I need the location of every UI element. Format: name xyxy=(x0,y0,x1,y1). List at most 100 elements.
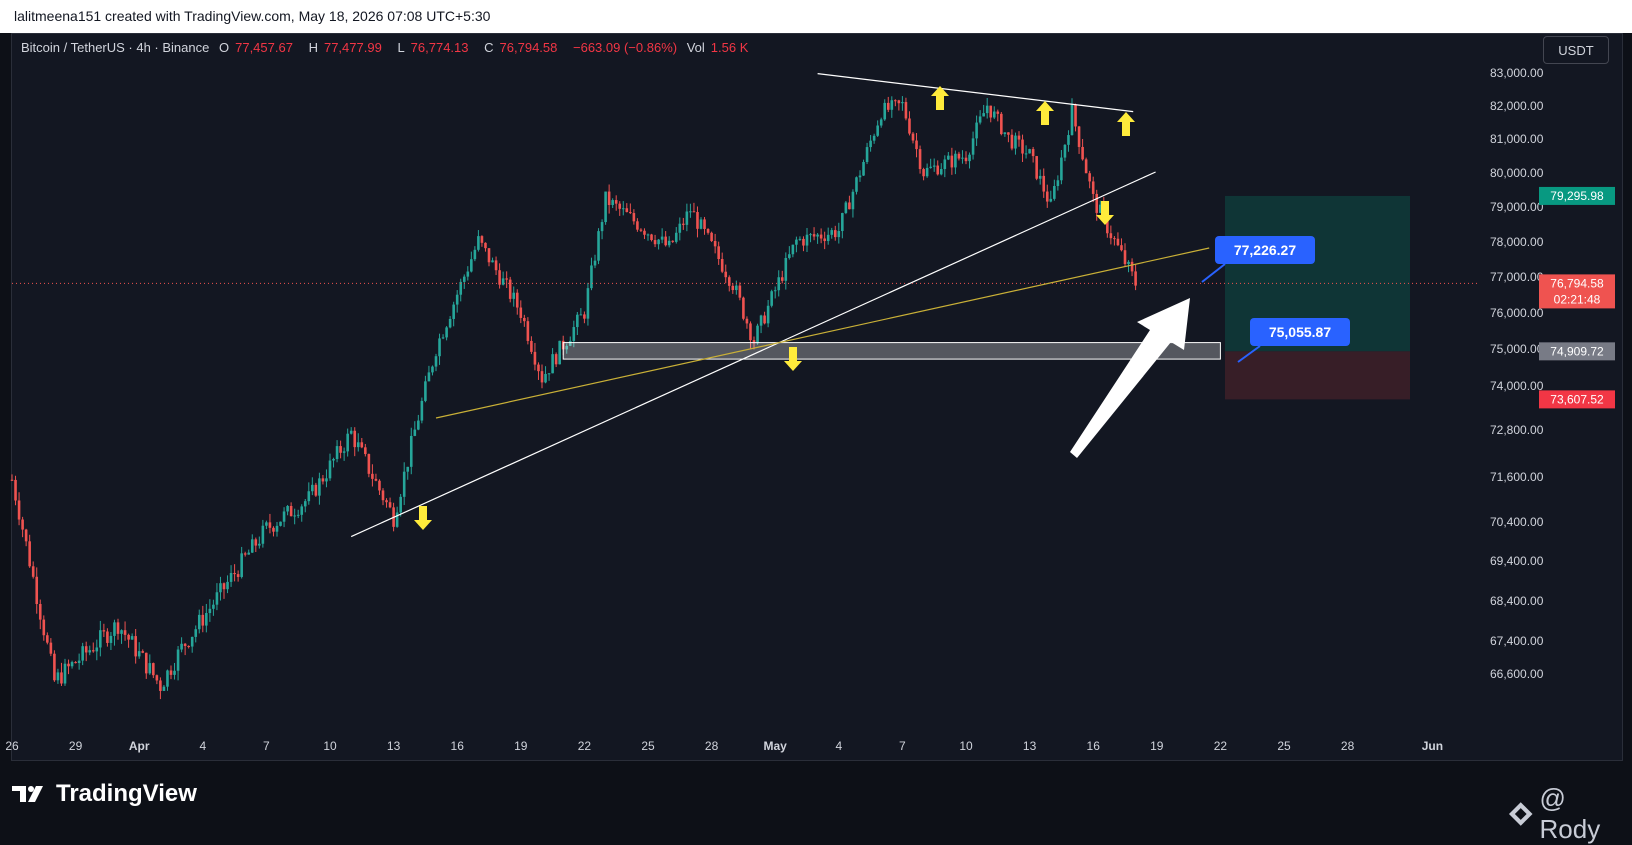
candle-body xyxy=(223,583,226,589)
candle-body xyxy=(389,502,392,507)
candle-body xyxy=(57,672,60,680)
candle-body xyxy=(1000,114,1003,134)
x-tick-label: 16 xyxy=(1087,739,1101,753)
x-tick-label: Apr xyxy=(129,739,150,753)
candle-body xyxy=(276,526,279,532)
candle-body xyxy=(74,662,77,663)
candle-body xyxy=(346,434,349,452)
candle-body xyxy=(233,573,236,574)
candle-body xyxy=(936,166,939,175)
candle-body xyxy=(265,522,268,525)
candle-body xyxy=(580,314,583,315)
candle-body xyxy=(35,577,38,604)
candle-body xyxy=(1131,262,1134,272)
candle-body xyxy=(629,212,632,213)
candle-body xyxy=(739,286,742,298)
candle-body xyxy=(654,240,657,244)
y-tick-label: 75,000.00 xyxy=(1490,342,1544,356)
symbol-name[interactable]: Bitcoin / TetherUS · 4h · Binance xyxy=(21,40,209,55)
y-tick-label: 69,400.00 xyxy=(1490,554,1544,568)
tradingview-logo[interactable]: TradingView xyxy=(12,780,197,808)
top-arrow-marker xyxy=(1117,112,1135,136)
candle-body xyxy=(99,630,102,647)
candle-body xyxy=(834,230,837,237)
candle-body xyxy=(1120,245,1123,250)
candle-body xyxy=(240,553,243,577)
candle-body xyxy=(933,166,936,167)
candle-body xyxy=(760,315,763,325)
candle-body xyxy=(1110,233,1113,238)
candle-body xyxy=(573,327,576,341)
candle-body xyxy=(516,293,519,308)
entry-tag-text: 74,909.72 xyxy=(1550,344,1604,358)
candle-body xyxy=(357,442,360,447)
diamond-logo-icon xyxy=(1508,801,1534,827)
candle-body xyxy=(308,491,311,501)
candle-body xyxy=(919,149,922,169)
candle-body xyxy=(908,118,911,133)
candle-body xyxy=(159,680,162,690)
candle-body xyxy=(544,374,547,382)
candle-body xyxy=(1127,262,1130,264)
candle-body xyxy=(149,663,152,673)
candle-body xyxy=(445,327,448,337)
candle-body xyxy=(481,236,484,243)
candle-body xyxy=(21,520,24,530)
candle-body xyxy=(191,637,194,647)
candle-body xyxy=(767,306,770,324)
candle-body xyxy=(1113,238,1116,239)
candle-body xyxy=(251,539,254,552)
y-tick-label: 80,000.00 xyxy=(1490,166,1544,180)
candle-body xyxy=(212,605,215,609)
candle-body xyxy=(664,237,667,246)
y-tick-label: 71,600.00 xyxy=(1490,470,1544,484)
volume-value: 1.56 K xyxy=(711,40,749,55)
volume-key: Vol xyxy=(687,40,705,55)
candle-body xyxy=(527,321,530,341)
candle-body xyxy=(944,159,947,169)
candle-body xyxy=(622,208,625,209)
candle-body xyxy=(81,646,84,660)
candle-body xyxy=(883,103,886,120)
candle-body xyxy=(862,162,865,176)
candle-body xyxy=(230,573,233,582)
currency-button[interactable]: USDT xyxy=(1543,36,1609,64)
candle-body xyxy=(788,254,791,258)
candle-body xyxy=(855,177,858,191)
candle-body xyxy=(1032,149,1035,156)
candle-body xyxy=(848,202,851,209)
change-value: −663.09 (−0.86%) xyxy=(573,40,677,55)
candle-body xyxy=(894,100,897,101)
candle-body xyxy=(520,308,523,318)
candle-body xyxy=(601,222,604,231)
candle-body xyxy=(700,219,703,228)
candle-body xyxy=(1074,105,1077,127)
top-arrow-marker xyxy=(1036,101,1054,125)
candle-body xyxy=(643,231,646,235)
candle-body xyxy=(272,528,275,532)
candle-body xyxy=(799,239,802,240)
candle-body xyxy=(343,451,346,452)
candle-body xyxy=(774,290,777,291)
candle-body xyxy=(534,352,537,365)
candle-body xyxy=(50,643,53,654)
candle-body xyxy=(922,169,925,176)
candle-body xyxy=(361,442,364,447)
candle-body xyxy=(378,481,381,491)
candle-body xyxy=(124,630,127,635)
low-key: L xyxy=(397,40,404,55)
candle-body xyxy=(43,620,46,636)
candle-body xyxy=(396,512,399,526)
candle-body xyxy=(219,583,222,592)
candle-body xyxy=(1081,147,1084,159)
price-chart[interactable]: 83,000.0082,000.0081,000.0080,000.0079,0… xyxy=(0,0,1632,761)
x-tick-label: 13 xyxy=(387,739,401,753)
candle-body xyxy=(661,237,664,240)
y-tick-label: 76,000.00 xyxy=(1490,306,1544,320)
candle-body xyxy=(965,158,968,161)
candle-body xyxy=(770,291,773,306)
candle-body xyxy=(1035,156,1038,179)
x-tick-label: 4 xyxy=(199,739,206,753)
candle-body xyxy=(947,156,950,160)
watermark: @ Rody xyxy=(1508,783,1632,845)
